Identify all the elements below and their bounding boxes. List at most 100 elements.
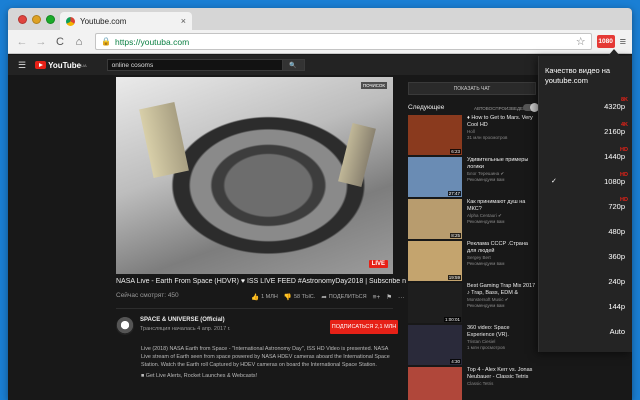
quality-badge: HD: [620, 172, 628, 178]
publish-date: Трансляция началась 4 апр. 2017 г.: [140, 326, 231, 332]
recommendation-title[interactable]: 360 video: Space Experience (VR).: [467, 325, 538, 339]
thumbs-down-icon: 👎: [283, 294, 292, 301]
recommendation-item[interactable]: Top 4 - Alex Kerr vs. Jonas Neubauer - C…: [408, 367, 538, 400]
share-icon: ➦: [321, 294, 327, 301]
recommendation-views: 31 млн просмотров: [467, 135, 508, 140]
quality-option-480p[interactable]: 480p: [539, 219, 632, 243]
more-button[interactable]: ···: [398, 294, 405, 301]
recommendation-thumbnail[interactable]: 8:25: [408, 199, 462, 239]
recommendation-title[interactable]: Удивительные примеры логики: [467, 157, 538, 171]
report-button[interactable]: ⚑: [386, 293, 392, 301]
subscribe-button[interactable]: ПОДПИСАТЬСЯ 2,1 МЛН: [330, 320, 398, 334]
forward-button[interactable]: →: [33, 34, 49, 50]
recommendation-info: Best Gaming Trap Mix 2017 ♪ Trap, Bass, …: [467, 283, 538, 323]
recommendation-item[interactable]: 1:00:01 Best Gaming Trap Mix 2017 ♪ Trap,…: [408, 283, 538, 323]
divider: [116, 308, 393, 309]
recommendation-item[interactable]: 6:23 ♦ How to Get to Mars. Very Cool HD Ho…: [408, 115, 538, 155]
recommendation-channel: Classic Tetris: [467, 381, 494, 386]
browser-menu-icon[interactable]: ≡: [620, 36, 626, 48]
duration-badge: 19:59: [447, 275, 461, 280]
recommendation-title[interactable]: Best Gaming Trap Mix 2017 ♪ Trap, Bass, …: [467, 283, 538, 297]
recommendation-title[interactable]: Top 4 - Alex Kerr vs. Jonas Neubauer - C…: [467, 367, 538, 381]
recommendation-item[interactable]: 27:47 Удивительные примеры логики Блог Тер…: [408, 157, 538, 197]
minimize-window-button[interactable]: [32, 15, 41, 24]
quality-badge: 8K: [620, 97, 628, 103]
hamburger-menu-icon[interactable]: ☰: [18, 60, 26, 71]
recommendation-views: Рекомендуем вам: [467, 177, 505, 182]
quality-option-240p[interactable]: 240p: [539, 269, 632, 293]
channel-avatar[interactable]: [116, 317, 134, 335]
search-button[interactable]: 🔍: [282, 59, 305, 71]
more-dots-icon: ···: [398, 293, 405, 301]
duration-badge: 6:23: [450, 149, 461, 154]
dislike-count: 58 ТЫС.: [293, 294, 316, 300]
browser-toolbar: ← → C ⌂ 🔒 https://youtuba.com ☆ 1080 ≡: [8, 30, 632, 54]
recommendation-thumbnail[interactable]: 4:30: [408, 325, 462, 365]
quality-option-4320p[interactable]: 4320p 8K: [539, 94, 632, 118]
recommendation-item[interactable]: 19:59 Реклама СССР .Страна для людей Serge…: [408, 241, 538, 281]
recommendation-info: Реклама СССР .Страна для людей Sergey Ber…: [467, 241, 538, 281]
quality-option-720p[interactable]: 720p HD: [539, 194, 632, 218]
skip-badge[interactable]: ПОЧИСОК: [360, 82, 387, 89]
recommendation-info: 360 video: Space Experience (VR). Tristan…: [467, 325, 538, 365]
recommendation-thumbnail[interactable]: [408, 367, 462, 400]
quality-option-auto[interactable]: Auto: [539, 319, 632, 343]
back-button[interactable]: ←: [14, 34, 30, 50]
bookmark-star-icon[interactable]: ☆: [576, 35, 586, 48]
quality-option-2160p[interactable]: 2160p 4K: [539, 119, 632, 143]
recommendation-title[interactable]: Реклама СССР .Страна для людей: [467, 241, 538, 255]
browser-tab[interactable]: Youtube.com ×: [60, 12, 192, 30]
close-window-button[interactable]: [18, 15, 27, 24]
quality-badge: 4K: [620, 122, 628, 128]
view-count: Сейчас смотрят: 450: [116, 292, 179, 299]
quality-option-label: 144p: [608, 301, 625, 311]
reload-button[interactable]: C: [52, 34, 68, 50]
quality-option-360p[interactable]: 360p: [539, 244, 632, 268]
recommendation-thumbnail[interactable]: 27:47: [408, 157, 462, 197]
like-count: 1 МЛН: [261, 294, 278, 300]
maximize-window-button[interactable]: [46, 15, 55, 24]
live-badge: LIVE: [368, 260, 388, 268]
duration-badge: 27:47: [447, 191, 461, 196]
show-chat-button[interactable]: ПОКАЗАТЬ ЧАТ: [408, 82, 536, 95]
thumbs-up-icon: 👍: [251, 294, 260, 301]
quality-popup: Качество видео на youtube.com 4320p 8K 216…: [538, 49, 632, 352]
recommendation-title[interactable]: ♦ How to Get to Mars. Very Cool HD: [467, 115, 538, 129]
quality-option-label: 240p: [608, 276, 625, 286]
window-controls: [18, 15, 55, 24]
recommendation-thumbnail[interactable]: 19:59: [408, 241, 462, 281]
channel-name[interactable]: SPACE & UNIVERSE (Official): [140, 317, 225, 323]
recommendation-title[interactable]: Как принимают душ на МКС?: [467, 199, 538, 213]
duration-badge: 8:25: [450, 233, 461, 238]
share-label: ПОДЕЛИТЬСЯ: [328, 294, 367, 300]
recommendation-thumbnail[interactable]: 1:00:01: [408, 283, 462, 323]
checkmark-icon: ✓: [551, 178, 557, 185]
home-button[interactable]: ⌂: [71, 34, 87, 50]
quality-option-1440p[interactable]: 1440p HD: [539, 144, 632, 168]
video-player[interactable]: ПОЧИСОК LIVE: [116, 77, 393, 274]
recommendation-item[interactable]: 8:25 Как принимают душ на МКС? Alpha Centa…: [408, 199, 538, 239]
quality-option-label: 360p: [608, 251, 625, 261]
autoplay-toggle[interactable]: [523, 103, 539, 112]
address-bar[interactable]: 🔒 https://youtuba.com ☆: [95, 33, 592, 50]
youtube-logo[interactable]: YouTube UA: [35, 61, 87, 70]
quality-extension-button[interactable]: 1080: [596, 35, 615, 48]
tab-close-icon[interactable]: ×: [181, 16, 186, 26]
quality-option-144p[interactable]: 144p: [539, 294, 632, 318]
share-button[interactable]: ➦ ПОДЕЛИТЬСЯ: [321, 293, 366, 301]
quality-badge: HD: [620, 197, 628, 203]
recommendation-item[interactable]: 4:30 360 video: Space Experience (VR). Tri…: [408, 325, 538, 365]
url-text[interactable]: https://youtuba.com: [115, 37, 189, 47]
search-input[interactable]: online cosoms: [106, 59, 283, 71]
quality-popup-title: Качество видео на youtube.com: [545, 66, 611, 85]
quality-option-1080p[interactable]: ✓ 1080p HD: [539, 169, 632, 193]
like-button[interactable]: 👍 1 МЛН: [251, 293, 278, 301]
recommendation-info: Удивительные примеры логики Блог Терешина…: [467, 157, 538, 197]
add-to-playlist-button[interactable]: ≡+: [373, 294, 381, 301]
youtube-logo-text: YouTube: [48, 60, 82, 70]
dislike-button[interactable]: 👎 58 ТЫС.: [284, 293, 315, 301]
recommendation-info: Как принимают душ на МКС? Alpha Centauri …: [467, 199, 538, 239]
recommendation-thumbnail[interactable]: 6:23: [408, 115, 462, 155]
duration-badge: 4:30: [450, 359, 461, 364]
up-next-label: Следующее: [408, 104, 445, 111]
